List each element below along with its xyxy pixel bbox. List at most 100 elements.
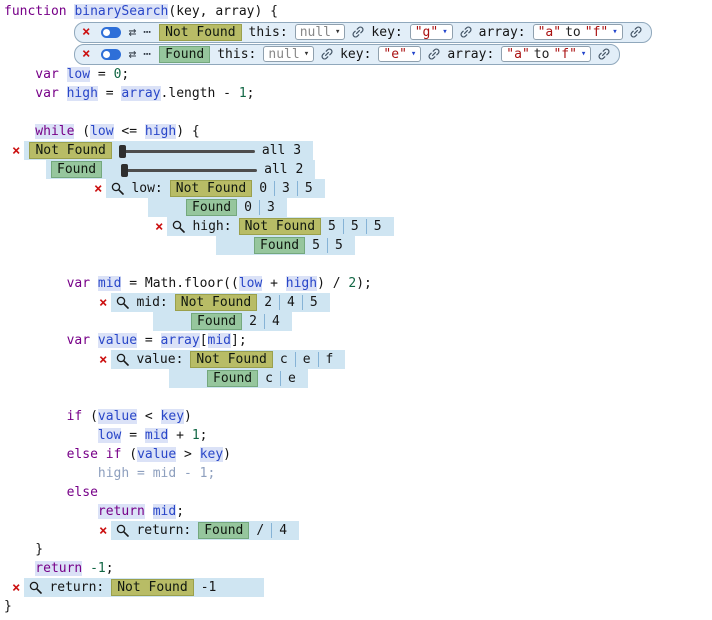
code-token: var: [35, 86, 66, 101]
close-icon[interactable]: ×: [94, 182, 102, 196]
key-dropdown[interactable]: "e" ▾: [378, 46, 421, 62]
close-icon[interactable]: ×: [99, 296, 107, 310]
status-badge-found[interactable]: Found: [51, 161, 102, 178]
key-label: key:: [371, 25, 402, 40]
code-token: ) {: [176, 124, 199, 139]
code-token: low: [67, 67, 90, 82]
caret-down-icon: ▾: [442, 28, 447, 37]
swap-arrows-icon[interactable]: ⇄: [128, 47, 136, 62]
link-icon[interactable]: [598, 48, 610, 60]
caret-down-icon: ▾: [335, 28, 340, 37]
status-badge-not-found[interactable]: Not Found: [29, 142, 111, 159]
link-icon[interactable]: [428, 48, 440, 60]
status-badge-not-found[interactable]: Not Found: [239, 218, 321, 235]
swap-arrows-icon[interactable]: ⇄: [128, 25, 136, 40]
iteration-slider[interactable]: [119, 144, 255, 158]
array-dropdown[interactable]: "a" to "f" ▾: [501, 46, 591, 62]
code-token: return: [98, 504, 145, 519]
iteration-count: all 3: [262, 143, 301, 158]
code-token: -1: [90, 561, 106, 576]
status-badge-not-found[interactable]: Not Found: [111, 579, 193, 596]
array-dropdown[interactable]: "a" to "f" ▾: [533, 24, 623, 40]
code-token: 1: [239, 86, 247, 101]
code-text: }: [4, 542, 43, 557]
code-token: (: [74, 124, 90, 139]
probe-value-not-found: value: Not Found c e f: [111, 350, 345, 369]
link-icon[interactable]: [321, 48, 333, 60]
slider-handle[interactable]: [121, 164, 128, 177]
close-icon[interactable]: ×: [155, 220, 163, 234]
close-icon[interactable]: ×: [99, 353, 107, 367]
slider-handle[interactable]: [119, 145, 126, 158]
status-badge-found[interactable]: Found: [254, 237, 305, 254]
code-text: function binarySearch(key, array) {: [4, 4, 278, 19]
status-badge-not-found[interactable]: Not Found: [159, 24, 241, 41]
magnifier-icon[interactable]: [116, 353, 129, 366]
code-token: mid: [98, 276, 121, 291]
code-token: =: [90, 67, 113, 82]
close-icon[interactable]: ×: [82, 25, 90, 39]
code-token: var: [67, 276, 98, 291]
code-token: var: [35, 67, 66, 82]
probe-label: return:: [49, 580, 104, 595]
code-token: mid: [153, 504, 176, 519]
link-icon[interactable]: [352, 26, 364, 38]
iteration-slider[interactable]: [121, 163, 257, 177]
code-text: low = mid + 1;: [4, 428, 208, 443]
magnifier-icon[interactable]: [29, 581, 42, 594]
close-icon[interactable]: ×: [12, 144, 20, 158]
probe-label: high:: [192, 219, 231, 234]
close-icon[interactable]: ×: [99, 524, 107, 538]
link-icon[interactable]: [630, 26, 642, 38]
code-token: .length -: [161, 86, 239, 101]
toggle-switch-icon[interactable]: [101, 49, 121, 60]
key-value: "e": [383, 47, 406, 62]
this-dropdown[interactable]: null ▾: [295, 24, 346, 40]
more-options-icon[interactable]: ⋯: [143, 25, 152, 40]
code-text: }: [4, 599, 12, 614]
more-options-icon[interactable]: ⋯: [143, 47, 152, 62]
toggle-knob: [103, 51, 110, 58]
link-icon[interactable]: [460, 26, 472, 38]
code-token: 2: [348, 276, 356, 291]
status-badge-found[interactable]: Found: [198, 522, 249, 539]
status-badge-found[interactable]: Found: [207, 370, 258, 387]
this-label: this:: [249, 25, 288, 40]
code-line: var low = 0;: [0, 65, 712, 84]
code-token: ;: [106, 561, 114, 576]
code-token: >: [176, 447, 199, 462]
magnifier-icon[interactable]: [116, 296, 129, 309]
close-icon[interactable]: ×: [82, 47, 90, 61]
magnifier-icon[interactable]: [172, 220, 185, 233]
probe-line: × low: Not Found 0 3 5: [0, 179, 712, 198]
probe-value: 5: [305, 181, 313, 196]
code-token: value: [137, 447, 176, 462]
status-badge-found[interactable]: Found: [191, 313, 242, 330]
code-text: var mid = Math.floor((low + high) / 2);: [4, 276, 372, 291]
magnifier-icon[interactable]: [116, 524, 129, 537]
this-dropdown[interactable]: null ▾: [263, 46, 314, 62]
code-editor: function binarySearch(key, array) { × ⇄ …: [0, 2, 712, 616]
code-token: ) /: [317, 276, 348, 291]
value-divider: [297, 181, 298, 196]
code-token: binarySearch: [74, 4, 168, 19]
probe-label: value:: [136, 352, 183, 367]
probe-line: Found 0 3: [0, 198, 712, 217]
code-token: low: [239, 276, 262, 291]
status-badge-found[interactable]: Found: [186, 199, 237, 216]
code-token: else: [67, 485, 98, 500]
status-badge-not-found[interactable]: Not Found: [170, 180, 252, 197]
toggle-switch-icon[interactable]: [101, 27, 121, 38]
code-token: }: [4, 599, 12, 614]
probe-line: × value: Not Found c e f: [0, 350, 712, 369]
magnifier-icon[interactable]: [111, 182, 124, 195]
status-badge-not-found[interactable]: Not Found: [175, 294, 257, 311]
status-badge-found[interactable]: Found: [159, 46, 210, 63]
close-icon[interactable]: ×: [12, 581, 20, 595]
code-token: high: [67, 86, 98, 101]
caret-down-icon: ▾: [612, 28, 617, 37]
this-value: null: [268, 47, 299, 62]
key-dropdown[interactable]: "g" ▾: [410, 24, 453, 40]
status-badge-not-found[interactable]: Not Found: [190, 351, 272, 368]
code-token: array: [161, 333, 200, 348]
